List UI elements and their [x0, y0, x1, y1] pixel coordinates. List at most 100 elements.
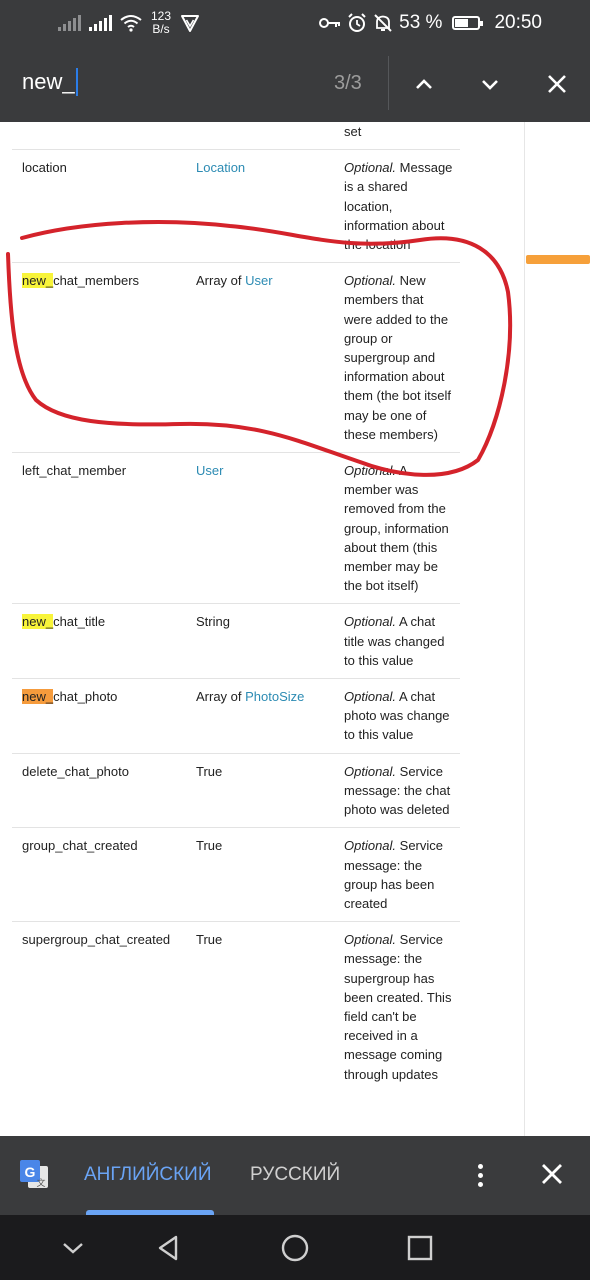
type-text: String	[196, 614, 230, 630]
battery-icon	[452, 16, 484, 30]
table-row: left_chat_member User Optional. A member…	[12, 452, 460, 604]
field-cell: delete_chat_photo	[12, 753, 186, 828]
translate-bar: G 文 АНГЛИЙСКИЙ РУССКИЙ	[0, 1136, 590, 1215]
alarm-icon	[348, 13, 366, 32]
description-cell: set	[344, 124, 362, 139]
description-text: Service message: the supergroup has been…	[344, 932, 452, 1082]
optional-label: Optional.	[344, 763, 397, 779]
target-language-tab[interactable]: РУССКИЙ	[250, 1164, 340, 1186]
mute-icon	[374, 14, 392, 32]
description-cell: Optional. A chat photo was change to thi…	[334, 679, 460, 754]
description-cell: Optional. New members that were added to…	[334, 263, 460, 453]
optional-label: Optional.	[344, 463, 397, 479]
description-cell: Optional. A chat title was changed to th…	[334, 604, 460, 679]
wifi-icon	[120, 15, 142, 32]
status-left: 123 B/s	[58, 8, 200, 38]
status-bar: 123 B/s 53 % 20:50	[0, 0, 590, 46]
table-row: set	[12, 122, 460, 150]
optional-label: Optional.	[344, 689, 397, 705]
close-find-button[interactable]	[537, 64, 577, 104]
net-speed: 123 B/s	[150, 10, 172, 36]
field-name: group_chat_created	[22, 838, 138, 854]
nav-back-icon[interactable]	[154, 1233, 184, 1263]
field-cell: left_chat_member	[12, 453, 186, 604]
battery-percent: 53 %	[399, 12, 443, 33]
optional-label: Optional.	[344, 273, 397, 289]
status-right: 53 % 20:50	[319, 8, 542, 38]
type-text: True	[196, 838, 223, 854]
description-cell: Optional. A member was removed from the …	[334, 453, 460, 604]
text-caret	[75, 68, 78, 96]
field-cell: location	[12, 150, 186, 263]
type-link[interactable]: Location	[196, 160, 245, 175]
nav-recents-icon[interactable]	[405, 1233, 435, 1263]
type-link[interactable]: PhotoSize	[245, 689, 304, 704]
nav-hide-icon[interactable]	[58, 1233, 88, 1263]
svg-text:G: G	[25, 1164, 36, 1180]
vpn-icon	[181, 15, 199, 32]
field-name: chat_title	[53, 614, 106, 630]
find-match-scroll-marker	[526, 255, 590, 264]
description-cell: Optional. Service message: the group has…	[334, 828, 460, 922]
close-icon[interactable]	[538, 1160, 566, 1188]
optional-label: Optional.	[344, 932, 397, 948]
field-cell: group_chat_created	[12, 828, 186, 922]
field-cell: new_chat_members	[12, 263, 186, 453]
find-input[interactable]: new_	[22, 68, 78, 96]
type-text: Array of	[196, 273, 246, 289]
description-text: A member was removed from the group, inf…	[344, 463, 449, 594]
system-navigation-bar	[0, 1215, 590, 1280]
signal-icon	[89, 15, 112, 31]
match-highlight: new_	[22, 614, 54, 630]
source-language-tab[interactable]: АНГЛИЙСКИЙ	[84, 1164, 212, 1186]
table-row: location Location Optional. Message is a…	[12, 149, 460, 263]
optional-label: Optional.	[344, 160, 397, 176]
table-row: delete_chat_photo True Optional. Service…	[12, 753, 460, 828]
web-page-content[interactable]: set location Location Optional. Message …	[0, 122, 590, 1136]
type-cell: String	[186, 604, 334, 679]
clock: 20:50	[494, 12, 542, 33]
type-cell: Array of PhotoSize	[186, 679, 334, 754]
field-name: delete_chat_photo	[22, 763, 129, 779]
type-cell: Array of User	[186, 263, 334, 453]
type-link[interactable]: User	[245, 273, 272, 288]
type-cell: True	[186, 753, 334, 828]
chevron-up-icon	[416, 79, 432, 89]
type-cell: User	[186, 453, 334, 604]
table-row: new_chat_title String Optional. A chat t…	[12, 603, 460, 679]
description-cell: Optional. Message is a shared location, …	[334, 150, 460, 263]
field-cell: new_chat_title	[12, 604, 186, 679]
description-cell: Optional. Service message: the supergrou…	[334, 922, 460, 1092]
fields-table: set location Location Optional. Message …	[12, 122, 460, 1092]
google-translate-icon[interactable]: G 文	[18, 1158, 50, 1190]
previous-match-button[interactable]	[404, 64, 444, 104]
net-speed-value: 123	[150, 9, 172, 23]
field-name: chat_photo	[53, 689, 118, 705]
divider	[388, 56, 389, 110]
type-link[interactable]: User	[196, 463, 223, 478]
chevron-down-icon	[482, 80, 498, 90]
field-name: chat_members	[53, 273, 140, 289]
more-vert-icon[interactable]	[470, 1160, 490, 1190]
optional-label: Optional.	[344, 614, 397, 630]
type-text: Array of	[196, 689, 246, 705]
description-text: New members that were added to the group…	[344, 273, 451, 442]
net-speed-unit: B/s	[152, 22, 170, 36]
field-cell: new_chat_photo	[12, 679, 186, 754]
nav-home-icon[interactable]	[280, 1233, 310, 1263]
table-row: new_chat_photo Array of PhotoSize Option…	[12, 678, 460, 754]
description-cell: Optional. Service message: the chat phot…	[334, 753, 460, 828]
active-match-highlight: new_	[22, 689, 54, 705]
find-query-text: new_	[22, 69, 75, 94]
type-text: True	[196, 763, 223, 779]
type-text: True	[196, 932, 223, 948]
table-row: supergroup_chat_created True Optional. S…	[12, 921, 460, 1092]
key-icon	[319, 18, 341, 28]
find-in-page-bar: new_ 3/3	[0, 46, 590, 122]
next-match-button[interactable]	[470, 64, 510, 104]
field-cell: supergroup_chat_created	[12, 922, 186, 1092]
type-cell: True	[186, 922, 334, 1092]
table-row: group_chat_created True Optional. Servic…	[12, 827, 460, 922]
close-icon	[548, 75, 566, 93]
field-name: location	[22, 160, 67, 176]
